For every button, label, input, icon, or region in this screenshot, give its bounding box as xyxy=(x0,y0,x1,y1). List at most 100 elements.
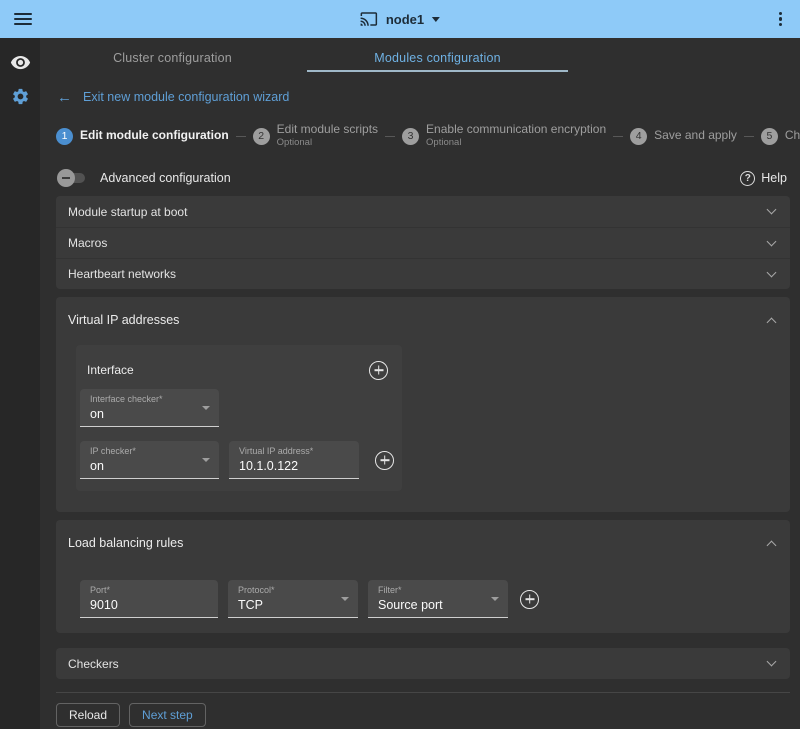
step-label: Edit module scripts xyxy=(277,123,378,137)
checkers-header[interactable]: Checkers xyxy=(56,648,790,679)
exit-wizard-label: Exit new module configuration wizard xyxy=(83,90,289,104)
help-label: Help xyxy=(761,171,787,185)
dropdown-caret-icon xyxy=(341,597,349,601)
visibility-icon[interactable] xyxy=(9,51,31,73)
step-connector xyxy=(385,136,395,137)
field-label: Port* xyxy=(90,585,209,595)
side-rail xyxy=(0,38,40,729)
add-interface-button[interactable] xyxy=(369,361,388,380)
accordion-macros[interactable]: Macros xyxy=(56,227,790,258)
protocol-select[interactable]: Protocol* TCP xyxy=(228,580,358,618)
interface-card: Interface Interface checker* on IP check… xyxy=(76,345,402,491)
options-row: Advanced configuration ? Help xyxy=(40,160,800,196)
tab-modules-configuration[interactable]: Modules configuration xyxy=(305,38,570,78)
step-number: 5 xyxy=(761,128,778,145)
chevron-up-icon xyxy=(767,540,777,550)
step-label: Check result xyxy=(785,129,800,143)
chevron-down-icon xyxy=(767,205,777,215)
interface-title: Interface xyxy=(87,363,134,377)
cast-icon xyxy=(360,10,378,28)
next-step-button[interactable]: Next step xyxy=(129,703,206,727)
step-edit-module-scripts[interactable]: 2 Edit module scriptsOptional xyxy=(253,123,378,148)
field-label: Filter* xyxy=(378,585,499,595)
toggle-dash-icon xyxy=(57,169,75,187)
dropdown-caret-icon xyxy=(202,458,210,462)
wizard-stepper: 1 Edit module configuration 2 Edit modul… xyxy=(40,106,800,160)
field-value: on xyxy=(90,459,210,473)
step-connector xyxy=(236,136,246,137)
add-load-balancing-rule-button[interactable] xyxy=(520,590,539,609)
node-name: node1 xyxy=(386,12,424,27)
chevron-up-icon xyxy=(767,317,777,327)
step-check-result[interactable]: 5 Check result xyxy=(761,128,800,145)
accordion-label: Macros xyxy=(68,236,107,250)
load-balancing-rules-header[interactable]: Load balancing rules xyxy=(56,520,790,566)
step-label: Enable communication encryption xyxy=(426,123,606,137)
field-value: 9010 xyxy=(90,598,209,612)
chevron-down-icon xyxy=(432,17,440,22)
field-label: Protocol* xyxy=(238,585,349,595)
panel-title: Virtual IP addresses xyxy=(68,313,179,327)
reload-button[interactable]: Reload xyxy=(56,703,120,727)
add-virtual-ip-button[interactable] xyxy=(375,451,394,470)
dropdown-caret-icon xyxy=(202,406,210,410)
chevron-down-icon xyxy=(767,236,777,246)
step-save-and-apply[interactable]: 4 Save and apply xyxy=(630,128,737,145)
panel-title: Load balancing rules xyxy=(68,536,183,550)
tab-cluster-configuration[interactable]: Cluster configuration xyxy=(40,38,305,78)
virtual-ip-address-input[interactable]: Virtual IP address* 10.1.0.122 xyxy=(229,441,359,479)
step-connector xyxy=(613,136,623,137)
filter-select[interactable]: Filter* Source port xyxy=(368,580,508,618)
advanced-configuration-label: Advanced configuration xyxy=(100,171,231,185)
node-selector[interactable]: node1 xyxy=(360,10,440,28)
field-value: on xyxy=(90,407,210,421)
step-enable-communication-encryption[interactable]: 3 Enable communication encryptionOptiona… xyxy=(402,123,606,148)
field-label: IP checker* xyxy=(90,446,210,456)
field-value: Source port xyxy=(378,598,499,612)
step-label: Edit module configuration xyxy=(80,129,229,143)
accordion-load-balancing-rules: Load balancing rules Port* 9010 Protocol… xyxy=(56,520,790,633)
menu-icon[interactable] xyxy=(14,13,32,25)
interface-checker-row: Interface checker* on xyxy=(80,389,402,427)
step-edit-module-configuration[interactable]: 1 Edit module configuration xyxy=(56,128,229,145)
accordion-group: Module startup at boot Macros Heartbeart… xyxy=(56,196,790,289)
field-label: Virtual IP address* xyxy=(239,446,350,456)
step-number: 3 xyxy=(402,128,419,145)
dropdown-caret-icon xyxy=(491,597,499,601)
tab-bar: Cluster configuration Modules configurat… xyxy=(40,38,800,78)
accordion-label: Heartbeart networks xyxy=(68,267,176,281)
ip-checker-select[interactable]: IP checker* on xyxy=(80,441,219,479)
port-input[interactable]: Port* 9010 xyxy=(80,580,218,618)
accordion-virtual-ip-addresses: Virtual IP addresses Interface Interface… xyxy=(56,297,790,512)
step-connector xyxy=(744,136,754,137)
step-number: 1 xyxy=(56,128,73,145)
accordion-label: Checkers xyxy=(68,657,119,671)
field-value: 10.1.0.122 xyxy=(239,459,350,473)
step-number: 4 xyxy=(630,128,647,145)
accordion-module-startup-at-boot[interactable]: Module startup at boot xyxy=(56,196,790,227)
step-label: Save and apply xyxy=(654,129,737,143)
load-balancing-fields-row: Port* 9010 Protocol* TCP Filter* Source … xyxy=(56,580,790,618)
footer-actions: Reload Next step xyxy=(56,703,800,727)
kebab-menu-icon[interactable] xyxy=(775,10,786,29)
virtual-ip-addresses-header[interactable]: Virtual IP addresses xyxy=(56,297,790,343)
advanced-configuration-toggle[interactable] xyxy=(57,169,87,187)
chevron-down-icon xyxy=(767,657,777,667)
accordion-label: Module startup at boot xyxy=(68,205,187,219)
field-label: Interface checker* xyxy=(90,394,210,404)
step-number: 2 xyxy=(253,128,270,145)
top-app-bar: node1 xyxy=(0,0,800,38)
settings-icon[interactable] xyxy=(9,85,31,107)
accordion-checkers: Checkers xyxy=(56,648,790,679)
step-sublabel: Optional xyxy=(426,137,606,148)
help-button[interactable]: ? Help xyxy=(740,171,787,186)
step-sublabel: Optional xyxy=(277,137,378,148)
accordion-heartbeat-networks[interactable]: Heartbeart networks xyxy=(56,258,790,289)
footer-divider xyxy=(56,692,790,693)
interface-card-header: Interface xyxy=(80,345,402,389)
help-icon: ? xyxy=(740,171,755,186)
main-content: Cluster configuration Modules configurat… xyxy=(40,38,800,729)
exit-wizard-link[interactable]: ← Exit new module configuration wizard xyxy=(40,78,800,106)
interface-checker-select[interactable]: Interface checker* on xyxy=(80,389,219,427)
chevron-down-icon xyxy=(767,267,777,277)
